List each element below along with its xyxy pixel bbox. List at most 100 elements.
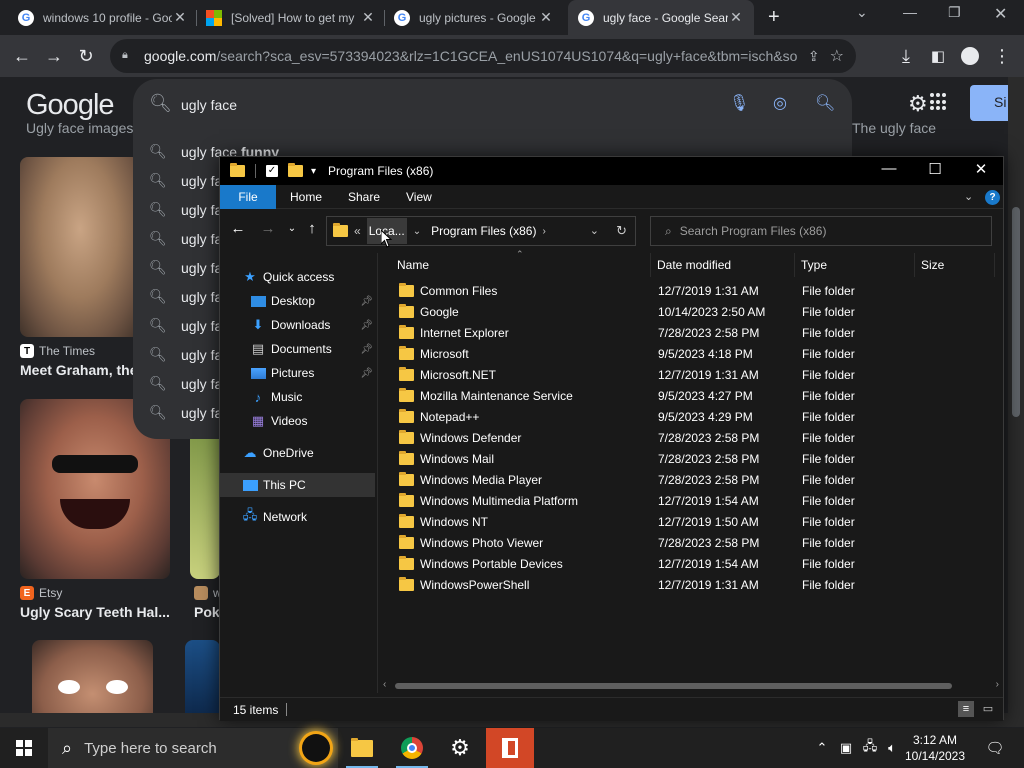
- file-row[interactable]: Windows Defender 7/28/2023 2:58 PM File fo…: [379, 427, 999, 448]
- share-icon[interactable]: ⇪: [808, 48, 820, 65]
- explorer-minimize-icon[interactable]: —: [866, 160, 912, 177]
- result-source[interactable]: w: [194, 586, 222, 600]
- address-history-chevron-icon[interactable]: ⌄: [590, 224, 599, 237]
- breadcrumb-overflow[interactable]: «: [354, 224, 361, 238]
- properties-icon[interactable]: ✓: [266, 165, 278, 177]
- url-text[interactable]: google.com/search?sca_esv=573394023&rlz=…: [144, 48, 798, 64]
- taskbar-clock[interactable]: 3:12 AM 10/14/2023: [895, 732, 975, 764]
- file-row[interactable]: Internet Explorer 7/28/2023 2:58 PM File f…: [379, 322, 999, 343]
- file-row[interactable]: Google 10/14/2023 2:50 AM File folder: [379, 301, 999, 322]
- search-highlight-eclipse-icon[interactable]: [302, 734, 330, 762]
- file-row[interactable]: Windows Photo Viewer 7/28/2023 2:58 PM Fil…: [379, 532, 999, 553]
- bookmark-star-icon[interactable]: ☆: [830, 46, 844, 66]
- lens-search-icon[interactable]: ◎: [773, 93, 787, 113]
- scrollbar-thumb[interactable]: [395, 683, 952, 689]
- breadcrumb-program-files-x86[interactable]: Program Files (x86): [431, 224, 536, 238]
- google-search-box[interactable]: 🔍︎ ugly face 🎙︎ ◎ 🔍︎: [133, 79, 852, 129]
- related-strip-right[interactable]: The ugly face: [852, 120, 936, 136]
- column-header-name[interactable]: Name: [391, 253, 651, 277]
- scroll-right-icon[interactable]: ›: [996, 679, 999, 690]
- sign-in-button[interactable]: Si: [970, 85, 1008, 121]
- file-row[interactable]: Common Files 12/7/2019 1:31 AM File folder: [379, 280, 999, 301]
- close-window-icon[interactable]: ✕: [994, 4, 1007, 24]
- taskbar-settings[interactable]: ⚙: [436, 728, 484, 768]
- large-icons-view-icon[interactable]: ▭: [980, 701, 996, 717]
- settings-gear-icon[interactable]: ⚙: [908, 91, 928, 117]
- lock-icon[interactable]: 🔒︎: [122, 49, 134, 63]
- pin-icon[interactable]: 📌︎: [360, 320, 373, 331]
- back-icon[interactable]: ←: [10, 44, 34, 68]
- file-name-cell[interactable]: Windows Mail: [399, 451, 494, 466]
- result-source[interactable]: E Etsy: [20, 586, 62, 600]
- file-row[interactable]: Microsoft 9/5/2023 4:18 PM File folder: [379, 343, 999, 364]
- google-logo[interactable]: Google: [26, 89, 115, 122]
- minimize-icon[interactable]: —: [903, 4, 917, 20]
- tab-search-icon[interactable]: ⌄: [856, 4, 868, 21]
- close-tab-icon[interactable]: ✕: [172, 9, 188, 26]
- file-name-cell[interactable]: Windows Multimedia Platform: [399, 493, 578, 508]
- close-tab-icon[interactable]: ✕: [538, 9, 554, 26]
- restore-icon[interactable]: ❐: [948, 4, 961, 21]
- nav-this-pc[interactable]: This PC: [220, 473, 375, 497]
- scroll-left-icon[interactable]: ‹: [383, 679, 386, 690]
- nav-quick-access[interactable]: ★ Quick access: [242, 265, 397, 289]
- explorer-maximize-icon[interactable]: ☐: [912, 160, 958, 178]
- nav-pictures[interactable]: Pictures 📌︎: [250, 361, 376, 385]
- file-list-horizontal-scrollbar[interactable]: ‹ ›: [379, 679, 1003, 693]
- page-vertical-scrollbar[interactable]: [1008, 77, 1024, 727]
- nav-network[interactable]: 🖧︎ Network: [242, 505, 397, 529]
- file-row[interactable]: WindowsPowerShell 12/7/2019 1:31 AM File f…: [379, 574, 999, 595]
- nav-downloads[interactable]: ⬇ Downloads 📌︎: [250, 313, 376, 337]
- address-bar[interactable]: 🔒︎ google.com/search?sca_esv=573394023&r…: [110, 39, 856, 73]
- file-name-cell[interactable]: Notepad++: [399, 409, 479, 424]
- ribbon-tab-view[interactable]: View: [406, 185, 432, 209]
- file-name-cell[interactable]: Windows Portable Devices: [399, 556, 563, 571]
- refresh-icon[interactable]: ↻: [616, 223, 627, 239]
- voice-search-icon[interactable]: 🎙︎: [729, 93, 749, 113]
- file-row[interactable]: Notepad++ 9/5/2023 4:29 PM File folder: [379, 406, 999, 427]
- pin-icon[interactable]: 📌︎: [360, 344, 373, 355]
- scrollbar-thumb[interactable]: [1012, 207, 1020, 417]
- result-caption[interactable]: Meet Graham, the: [20, 362, 138, 378]
- file-row[interactable]: Windows Multimedia Platform 12/7/2019 1:5…: [379, 490, 999, 511]
- result-image[interactable]: [20, 157, 140, 337]
- file-name-cell[interactable]: Internet Explorer: [399, 325, 509, 340]
- search-submit-icon[interactable]: 🔍︎: [815, 93, 835, 113]
- ribbon-tab-file[interactable]: File: [220, 185, 276, 209]
- file-name-cell[interactable]: Mozilla Maintenance Service: [399, 388, 573, 403]
- file-row[interactable]: Windows Mail 7/28/2023 2:58 PM File folder: [379, 448, 999, 469]
- file-row[interactable]: Windows Portable Devices 12/7/2019 1:54 A…: [379, 553, 999, 574]
- show-hidden-icons-chevron-icon[interactable]: ⌃: [812, 728, 832, 768]
- chrome-menu-icon[interactable]: ⋮: [990, 44, 1014, 68]
- pin-icon[interactable]: 📌︎: [360, 368, 373, 379]
- breadcrumb-chevron-icon[interactable]: ⌄: [413, 226, 421, 237]
- network-tray-icon[interactable]: 🖧︎: [860, 728, 880, 768]
- search-query[interactable]: ugly face: [181, 97, 237, 113]
- back-arrow-icon[interactable]: ←: [228, 220, 248, 237]
- file-row[interactable]: Windows NT 12/7/2019 1:50 AM File folder: [379, 511, 999, 532]
- start-button[interactable]: [0, 728, 48, 768]
- nav-videos[interactable]: ▦ Videos: [250, 409, 376, 433]
- help-icon[interactable]: ?: [985, 190, 1000, 205]
- explorer-search-box[interactable]: ⌕ Search Program Files (x86): [650, 216, 992, 246]
- close-tab-icon[interactable]: ✕: [360, 9, 376, 26]
- breadcrumb-separator-icon[interactable]: ›: [542, 226, 545, 237]
- details-view-icon[interactable]: ≡: [958, 701, 974, 717]
- downloads-icon[interactable]: ⤓: [894, 44, 918, 68]
- ribbon-tab-home[interactable]: Home: [290, 185, 322, 209]
- file-name-cell[interactable]: Windows Photo Viewer: [399, 535, 543, 550]
- column-header-date-modified[interactable]: Date modified: [651, 253, 795, 277]
- taskbar-office[interactable]: [486, 728, 534, 768]
- file-name-cell[interactable]: Windows Defender: [399, 430, 521, 445]
- file-name-cell[interactable]: Google: [399, 304, 459, 319]
- nav-music[interactable]: ♪ Music: [250, 385, 376, 409]
- tab-ugly-face[interactable]: G ugly face - Google Search ✕: [568, 0, 754, 35]
- nav-documents[interactable]: ▤ Documents 📌︎: [250, 337, 376, 361]
- column-header-type[interactable]: Type: [795, 253, 915, 277]
- new-folder-icon[interactable]: [288, 163, 303, 177]
- explorer-address-bar[interactable]: « Loca... ⌄ Program Files (x86) › ⌄ ↻: [326, 216, 636, 246]
- tab-solved-how-to[interactable]: [Solved] How to get my ✕: [196, 0, 386, 35]
- explorer-title-bar[interactable]: ✓ ▾ Program Files (x86) — ☐ ✕: [220, 157, 1003, 185]
- file-row[interactable]: Microsoft.NET 12/7/2019 1:31 AM File folde…: [379, 364, 999, 385]
- taskbar-file-explorer[interactable]: [338, 728, 386, 768]
